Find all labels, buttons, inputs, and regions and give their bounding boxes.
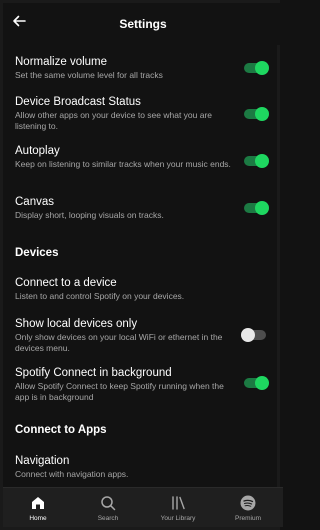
normalize-volume-toggle[interactable] <box>244 61 269 75</box>
setting-description: Only show devices on your local WiFi or … <box>15 332 223 353</box>
setting-title: Canvas <box>15 196 54 208</box>
section-heading-connect-to-apps: Connect to Apps <box>15 424 107 436</box>
section-heading-devices: Devices <box>15 247 59 259</box>
tab-label: Premium <box>234 515 261 522</box>
setting-title: Connect to a device <box>15 277 117 289</box>
setting-navigation[interactable]: Navigation Connect with navigation apps. <box>15 454 271 480</box>
toggle-knob <box>255 61 269 75</box>
header: Settings <box>3 3 283 45</box>
setting-show-local-devices[interactable]: Show local devices only Only show device… <box>15 317 271 354</box>
tab-label: Home <box>29 515 47 522</box>
setting-title: Normalize volume <box>15 56 108 68</box>
tab-home[interactable]: Home <box>3 488 73 528</box>
toggle-knob <box>255 376 269 390</box>
setting-autoplay[interactable]: Autoplay Keep on listening to similar tr… <box>15 144 271 170</box>
bottom-tab-bar: Home Search Your Library Premium <box>3 487 283 527</box>
tab-label: Search <box>97 515 119 522</box>
show-local-devices-toggle[interactable] <box>241 328 266 342</box>
search-icon <box>101 496 116 511</box>
toggle-knob <box>241 328 255 342</box>
setting-description: Set the same volume level for all tracks <box>15 70 163 80</box>
page-title: Settings <box>119 17 167 31</box>
setting-description: Listen to and control Spotify on your de… <box>15 291 185 301</box>
toggle-knob <box>255 107 269 121</box>
spotify-logo-icon <box>240 495 256 511</box>
toggle-knob <box>255 201 269 215</box>
setting-description: Allow Spotify Connect to keep Spotify ru… <box>15 381 224 402</box>
canvas-toggle[interactable] <box>244 201 269 215</box>
tab-label: Your Library <box>160 515 196 522</box>
app-frame: Settings Normalize volume Set the same v… <box>0 0 283 530</box>
setting-normalize-volume[interactable]: Normalize volume Set the same volume lev… <box>15 55 271 81</box>
setting-title: Show local devices only <box>15 318 138 330</box>
setting-connect-to-device[interactable]: Connect to a device Listen to and contro… <box>15 276 271 302</box>
library-icon <box>172 496 185 510</box>
setting-device-broadcast-status[interactable]: Device Broadcast Status Allow other apps… <box>15 95 271 132</box>
setting-description: Keep on listening to similar tracks when… <box>15 159 231 169</box>
setting-title: Navigation <box>15 455 70 467</box>
setting-description: Allow other apps on your device to see w… <box>15 110 213 131</box>
setting-canvas[interactable]: Canvas Display short, looping visuals on… <box>15 195 271 221</box>
toggle-knob <box>255 154 269 168</box>
autoplay-toggle[interactable] <box>244 154 269 168</box>
tab-search[interactable]: Search <box>73 488 143 528</box>
device-broadcast-toggle[interactable] <box>244 107 269 121</box>
tab-your-library[interactable]: Your Library <box>143 488 213 528</box>
setting-description: Display short, looping visuals on tracks… <box>15 210 164 220</box>
setting-title: Autoplay <box>15 145 60 157</box>
home-icon <box>32 497 44 509</box>
setting-title: Device Broadcast Status <box>15 96 141 108</box>
setting-description: Connect with navigation apps. <box>15 469 129 479</box>
tab-premium[interactable]: Premium <box>213 488 283 528</box>
setting-connect-in-background[interactable]: Spotify Connect in background Allow Spot… <box>15 366 271 403</box>
setting-title: Spotify Connect in background <box>15 367 172 379</box>
connect-in-background-toggle[interactable] <box>244 376 269 390</box>
